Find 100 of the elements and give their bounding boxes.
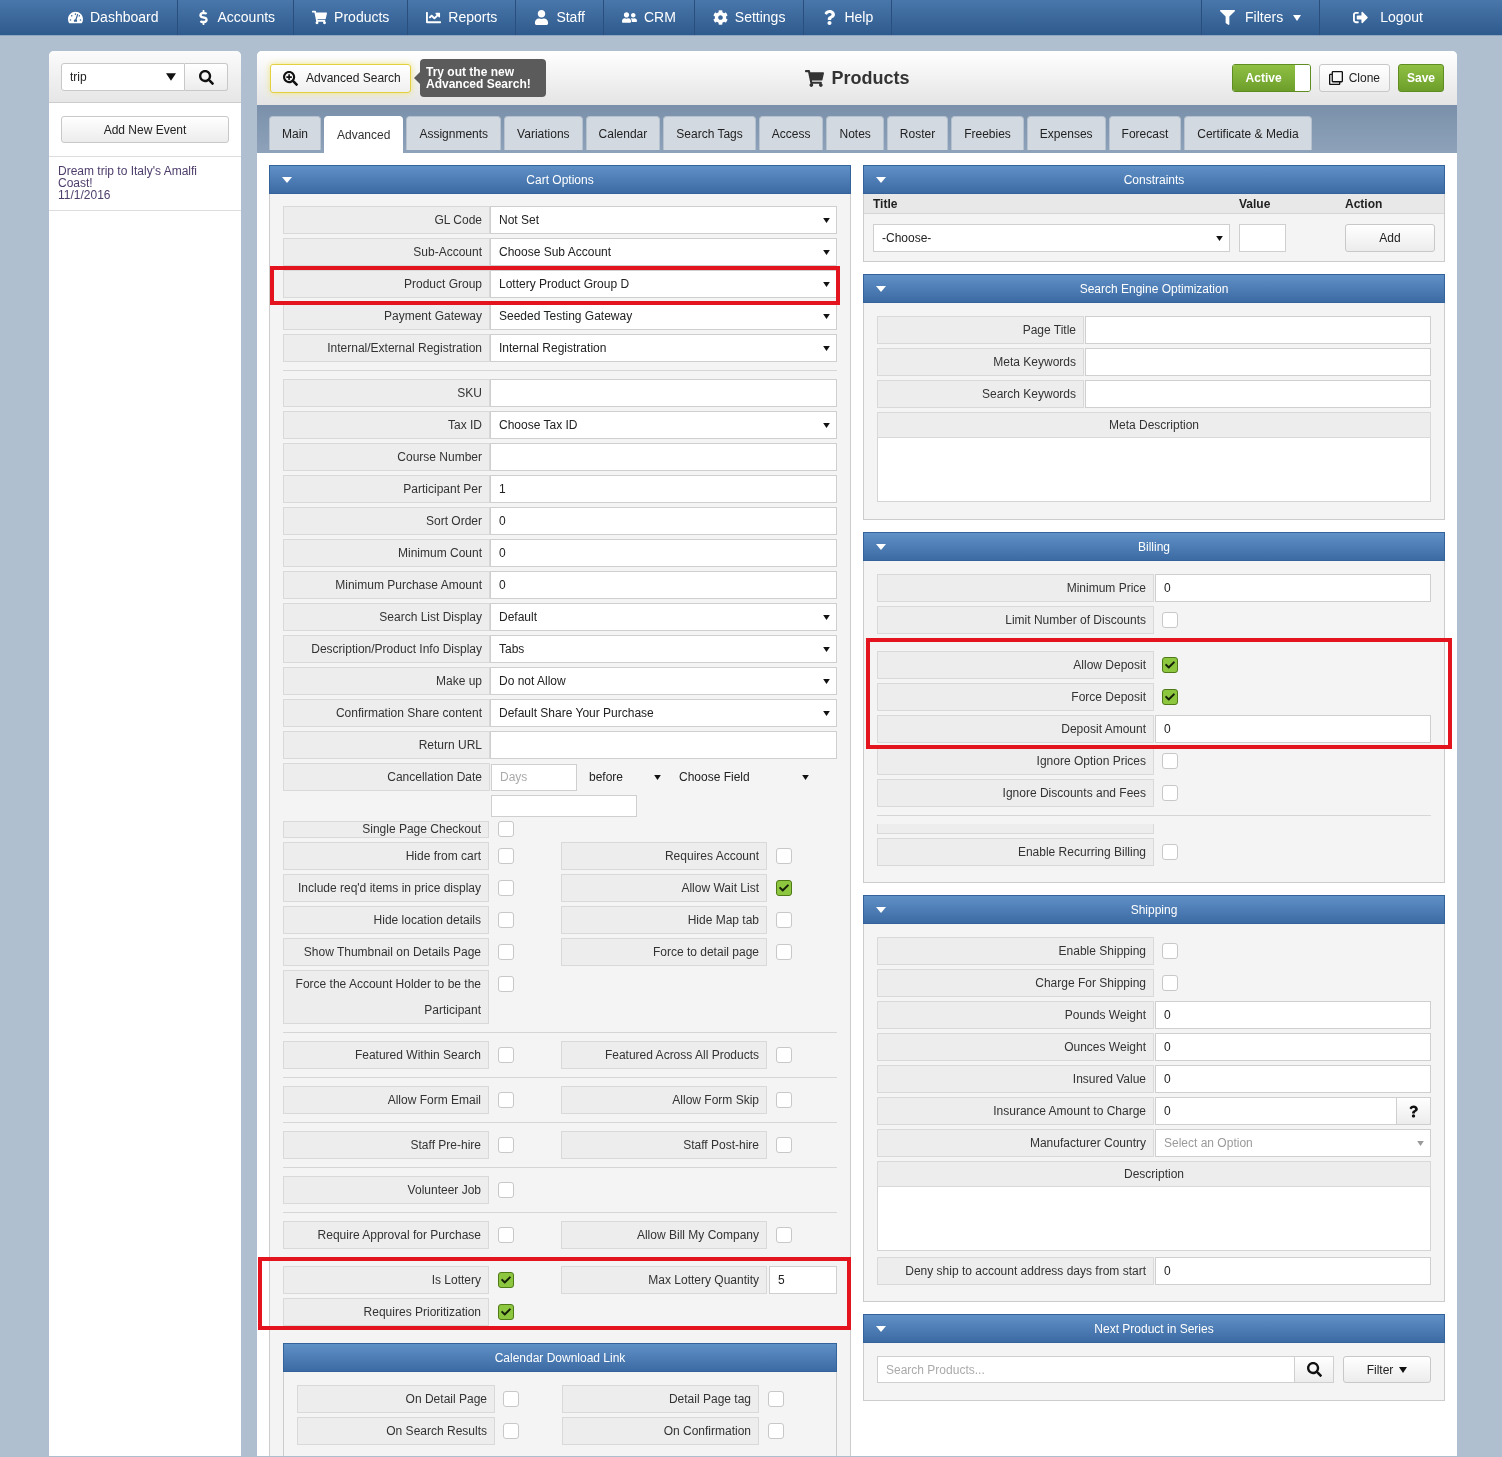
nav-link[interactable]: Accounts [177, 0, 295, 35]
text-field[interactable] [491, 795, 637, 817]
add-event-button[interactable]: Add New Event [61, 116, 229, 143]
section-header[interactable]: Shipping [863, 895, 1445, 924]
tab[interactable]: Forecast [1108, 116, 1182, 150]
text-field[interactable]: 0 [490, 507, 837, 535]
advanced-search-button[interactable]: Advanced Search [270, 63, 411, 93]
search-dropdown[interactable]: trip [61, 63, 185, 91]
checkbox[interactable] [768, 1423, 784, 1439]
checkbox[interactable] [498, 821, 514, 837]
checkbox[interactable] [498, 1092, 514, 1108]
checkbox[interactable] [1162, 689, 1178, 705]
checkbox[interactable] [1162, 785, 1178, 801]
text-field[interactable]: 0 [1155, 1065, 1431, 1093]
checkbox[interactable] [503, 1391, 519, 1407]
text-field[interactable]: 0 [1155, 1001, 1431, 1029]
dropdown[interactable]: Do not Allow [490, 667, 837, 695]
text-field[interactable]: 0 [1155, 574, 1431, 602]
nav-link[interactable]: Settings [694, 0, 805, 35]
nav-link[interactable]: Help [804, 0, 893, 35]
nav-link[interactable]: Dashboard [50, 0, 178, 35]
checkbox[interactable] [768, 1391, 784, 1407]
checkbox[interactable] [1162, 975, 1178, 991]
text-field[interactable] [490, 443, 837, 471]
checkbox[interactable] [498, 944, 514, 960]
checkbox[interactable] [498, 848, 514, 864]
tab[interactable]: Variations [504, 116, 583, 150]
checkbox[interactable] [776, 880, 792, 896]
filter-menu[interactable]: Filters [1201, 0, 1320, 35]
checkbox[interactable] [498, 880, 514, 896]
section-header[interactable]: Constraints [863, 165, 1445, 194]
tab[interactable]: Main [269, 116, 321, 150]
search-button[interactable] [185, 63, 228, 91]
checkbox[interactable] [1162, 753, 1178, 769]
tab[interactable]: Advanced [324, 116, 404, 153]
text-field[interactable]: 0 [490, 571, 837, 599]
checkbox[interactable] [1162, 612, 1178, 628]
text-field[interactable] [1085, 348, 1431, 376]
text-field[interactable]: 0 [1155, 715, 1431, 743]
dropdown[interactable]: Choose Sub Account [490, 238, 837, 266]
checkbox[interactable] [1162, 844, 1178, 860]
text-area[interactable] [877, 438, 1431, 502]
help-button[interactable] [1397, 1097, 1431, 1125]
dropdown[interactable]: Tabs [490, 635, 837, 663]
dropdown[interactable]: Choose Field [671, 768, 816, 786]
add-button[interactable]: Add [1345, 224, 1435, 252]
clone-button[interactable]: Clone [1318, 64, 1390, 92]
dropdown[interactable]: -Choose- [873, 224, 1230, 252]
tab[interactable]: Calendar [585, 116, 661, 150]
checkbox[interactable] [498, 1272, 514, 1288]
tab[interactable]: Expenses [1026, 116, 1106, 150]
text-field[interactable]: 0 [1155, 1033, 1431, 1061]
text-field[interactable]: 1 [490, 475, 837, 503]
tab[interactable]: Assignments [406, 116, 502, 150]
dropdown[interactable]: before [581, 768, 666, 786]
tab[interactable]: Search Tags [663, 116, 756, 150]
text-field[interactable] [490, 379, 837, 407]
dropdown[interactable]: Choose Tax ID [490, 411, 837, 439]
checkbox[interactable] [776, 848, 792, 864]
tab[interactable]: Notes [826, 116, 884, 150]
event-title[interactable]: Dream trip to Italy's Amalfi Coast! [58, 165, 232, 189]
checkbox[interactable] [498, 912, 514, 928]
nav-link[interactable]: Staff [516, 0, 604, 35]
checkbox[interactable] [498, 1137, 514, 1153]
text-field[interactable] [490, 731, 837, 759]
text-field[interactable]: 0 [1155, 1097, 1397, 1125]
checkbox[interactable] [498, 1047, 514, 1063]
section-header[interactable]: Cart Options [269, 165, 851, 194]
tab[interactable]: Certificate & Media [1184, 116, 1312, 150]
text-field[interactable]: 0 [1155, 1257, 1431, 1285]
text-field[interactable] [1085, 316, 1431, 344]
checkbox[interactable] [1162, 943, 1178, 959]
dropdown[interactable]: Default [490, 603, 837, 631]
section-header[interactable]: Calendar Download Link [283, 1343, 837, 1372]
dropdown[interactable]: Not Set [490, 206, 837, 234]
text-area[interactable] [877, 1187, 1431, 1251]
checkbox[interactable] [1162, 657, 1178, 673]
section-header[interactable]: Billing [863, 532, 1445, 561]
nav-link[interactable]: Logout [1319, 0, 1456, 35]
section-header[interactable]: Next Product in Series [863, 1314, 1445, 1343]
checkbox[interactable] [776, 912, 792, 928]
text-field[interactable] [1085, 380, 1431, 408]
checkbox[interactable] [503, 1423, 519, 1439]
tab[interactable]: Access [758, 116, 824, 150]
nav-link[interactable]: Reports [408, 0, 517, 35]
checkbox[interactable] [776, 1047, 792, 1063]
search-button[interactable] [1295, 1356, 1334, 1383]
text-field[interactable]: 0 [490, 539, 837, 567]
text-field[interactable] [1239, 224, 1286, 252]
tab[interactable]: Roster [886, 116, 949, 150]
checkbox[interactable] [776, 1092, 792, 1108]
text-field[interactable]: 5 [769, 1266, 837, 1294]
checkbox[interactable] [776, 1137, 792, 1153]
dropdown[interactable]: Default Share Your Purchase [490, 699, 837, 727]
checkbox[interactable] [776, 1227, 792, 1243]
section-header[interactable]: Search Engine Optimization [863, 274, 1445, 303]
tab[interactable]: Freebies [951, 116, 1024, 150]
checkbox[interactable] [776, 944, 792, 960]
dropdown[interactable]: Lottery Product Group D [490, 270, 837, 298]
checkbox[interactable] [498, 1227, 514, 1243]
